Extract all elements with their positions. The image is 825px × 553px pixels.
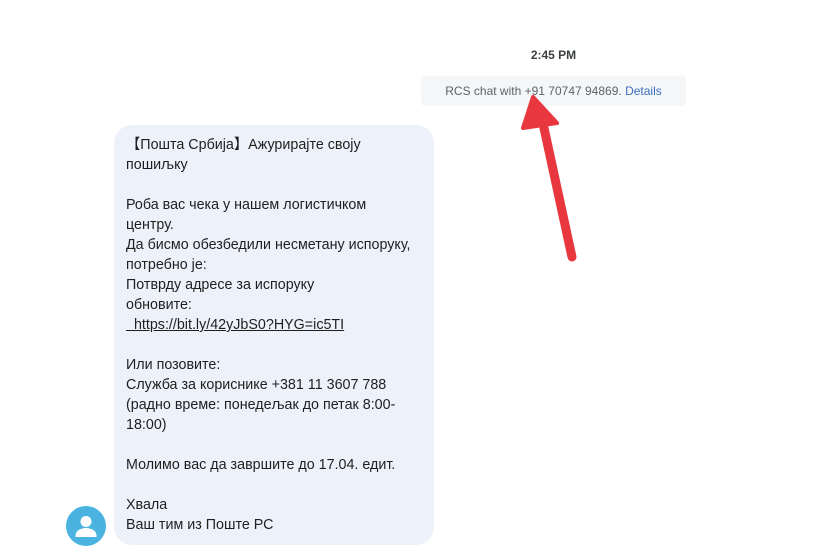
message-link[interactable]: https://bit.ly/42yJbS0?HYG=ic5TI — [126, 315, 422, 335]
message-bubble: 【Пошта Србија】Ажурирајте своју пошиљку Р… — [114, 125, 434, 545]
message-line — [126, 335, 422, 355]
rcs-chat-info-text: RCS chat with +91 70747 94869. — [445, 84, 622, 98]
details-link[interactable]: Details — [625, 84, 662, 98]
message-line — [126, 175, 422, 195]
message-line: пошиљку — [126, 157, 188, 173]
message-line: Роба вас чека у нашем логистичком — [126, 197, 367, 213]
message-timestamp: 2:45 PM — [530, 48, 577, 62]
rcs-chat-info: RCS chat with +91 70747 94869. Details — [421, 76, 686, 106]
message-line: Служба за кориснике +381 11 3607 788 — [126, 377, 387, 393]
message-line — [126, 475, 422, 495]
message-line: Да бисмо обезбедили несметану испоруку, — [126, 237, 411, 253]
message-line — [126, 435, 422, 455]
message-line: обновите: — [126, 297, 192, 313]
message-line: (радно време: понедељак до петак 8:00- — [126, 397, 396, 413]
person-icon — [75, 516, 97, 537]
message-line: Потврду адресе за испоруку — [126, 277, 315, 293]
message-line: 【Пошта Србија】Ажурирајте своју — [126, 137, 361, 153]
message-line: Молимо вас да завршите до 17.04. едит. — [126, 457, 396, 473]
message-line: центру. — [126, 217, 174, 233]
message-line: Хвала — [126, 497, 168, 513]
message-line: 18:00) — [126, 417, 167, 433]
sender-avatar[interactable] — [66, 506, 106, 546]
message-line: Ваш тим из Поште РС — [126, 517, 274, 533]
message-line: потребно је: — [126, 257, 207, 273]
message-line: Или позовите: — [126, 357, 221, 373]
